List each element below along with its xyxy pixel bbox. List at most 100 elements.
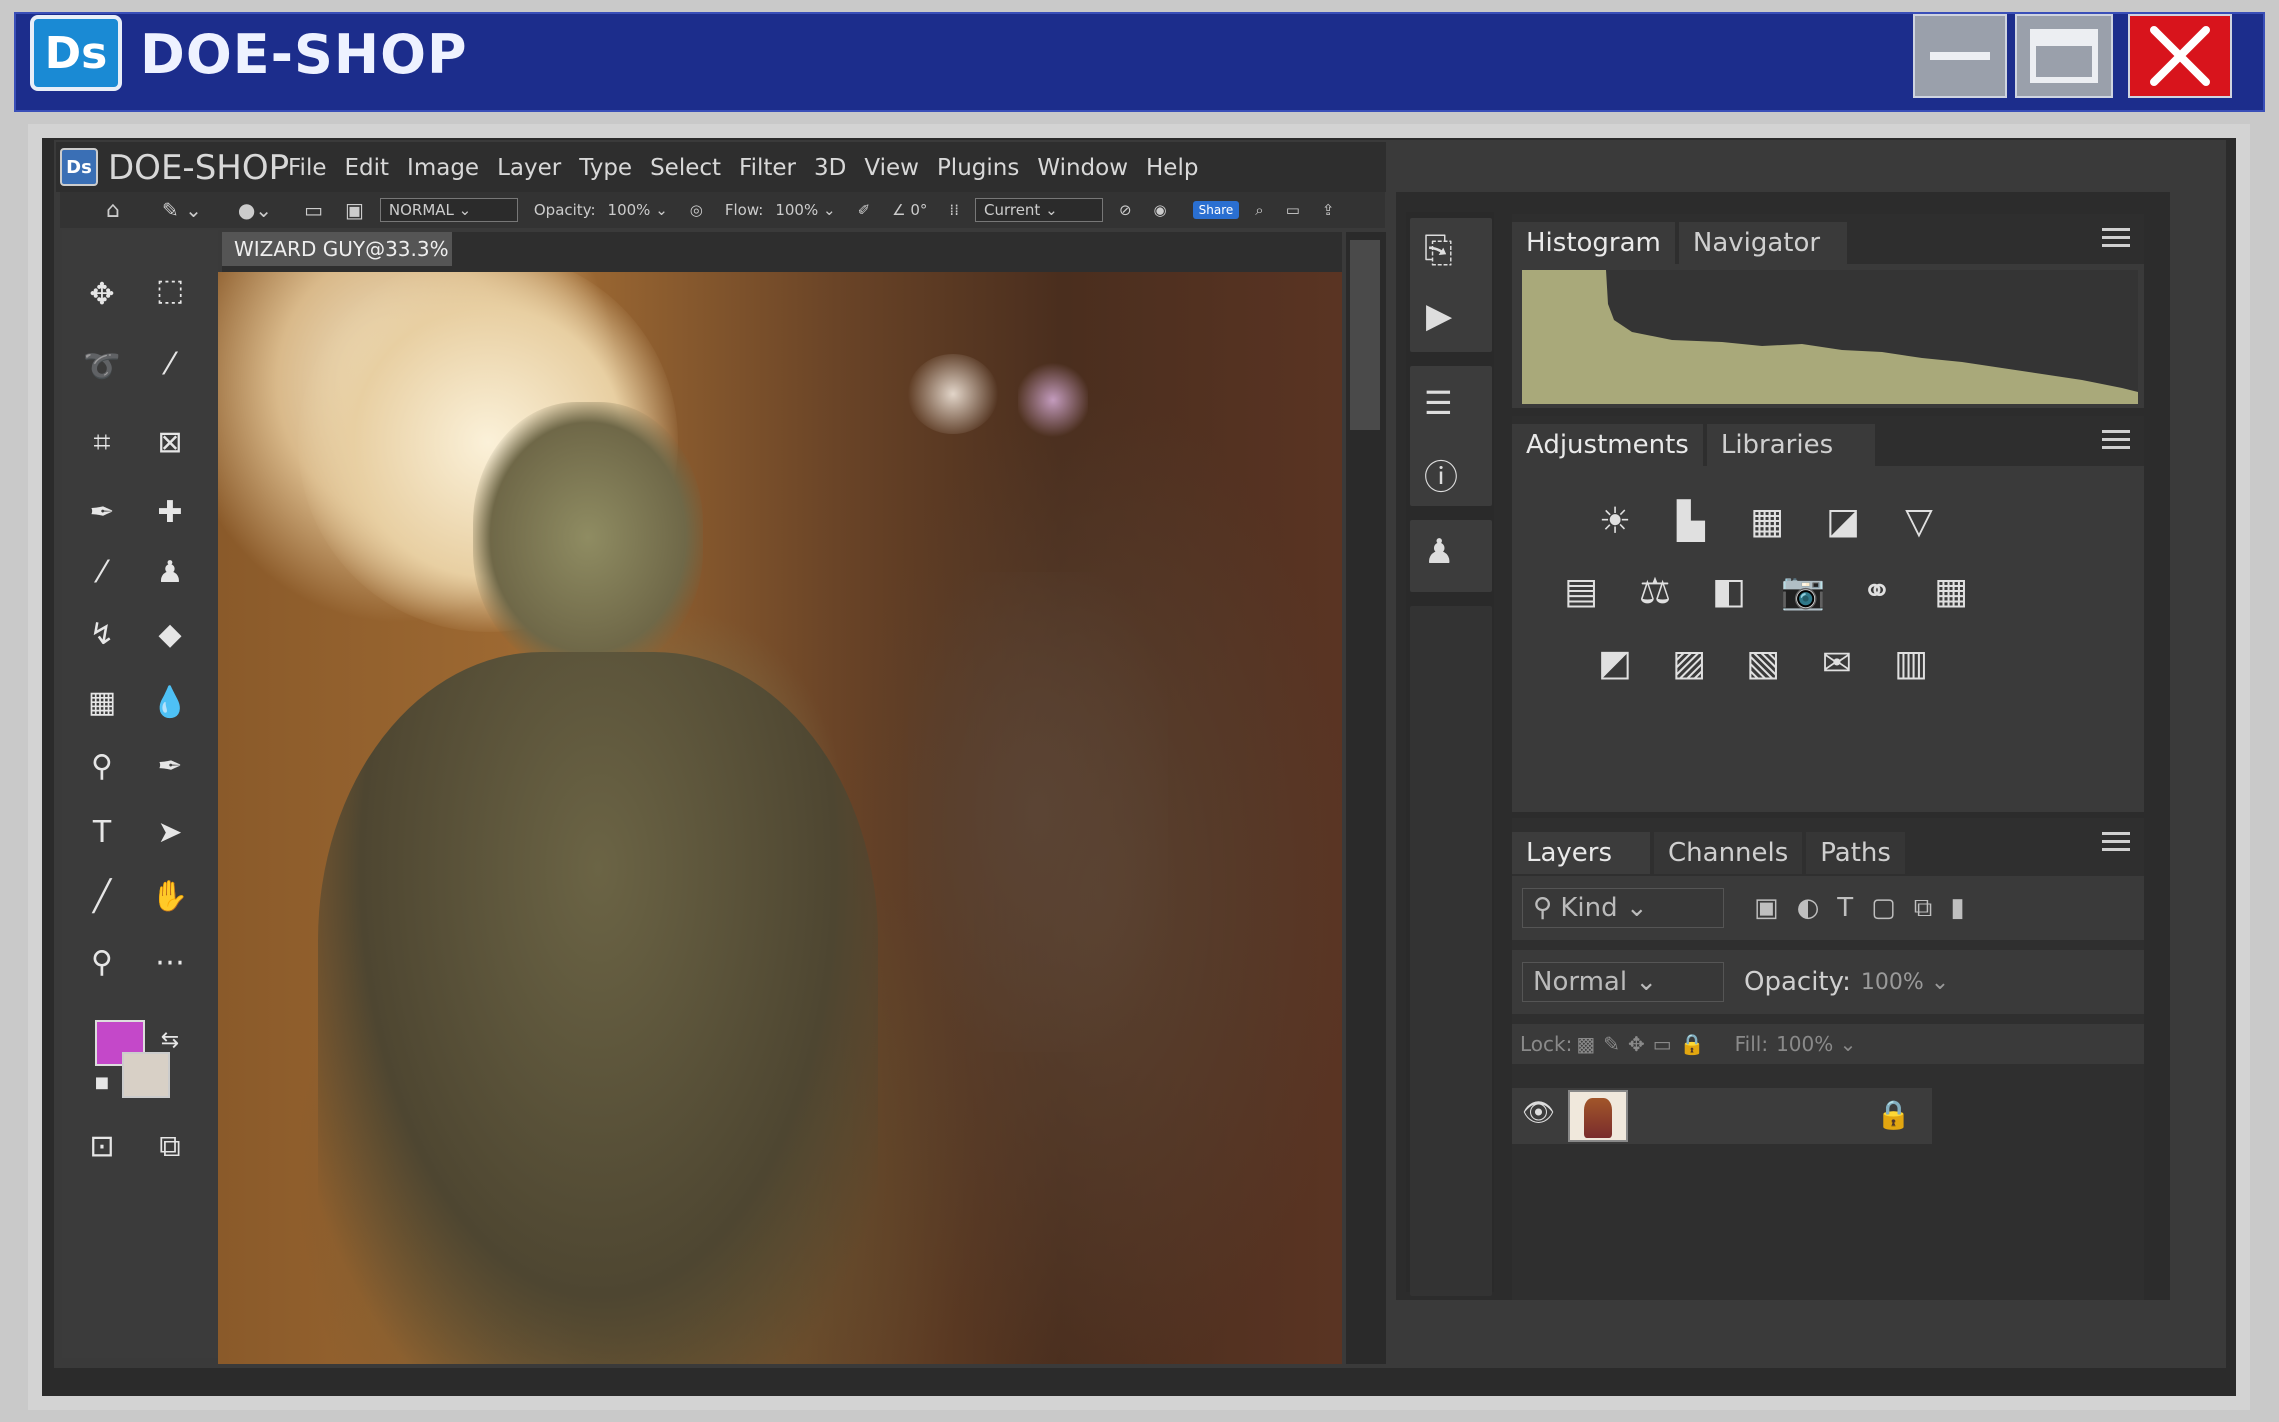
levels-icon[interactable]: ▙ xyxy=(1662,496,1720,546)
canvas-image[interactable] xyxy=(218,272,1342,1364)
hue-saturation-icon[interactable]: ▤ xyxy=(1552,566,1610,616)
channel-mixer-icon[interactable]: ⚭ xyxy=(1848,566,1906,616)
menu-select[interactable]: Select xyxy=(650,150,721,186)
lock-all-icon[interactable]: 🔒 xyxy=(1680,1032,1705,1056)
filter-type-icon[interactable]: T xyxy=(1837,893,1853,923)
color-lookup-icon[interactable]: ▦ xyxy=(1922,566,1980,616)
adjustments-menu-icon[interactable] xyxy=(2102,430,2130,450)
layer-lock-icon[interactable]: 🔒 xyxy=(1876,1098,1911,1131)
pen-tool-icon[interactable]: ✒ xyxy=(144,740,196,792)
airbrush-icon[interactable]: ✐ xyxy=(852,199,877,221)
layer-row[interactable]: 👁 🔒 xyxy=(1512,1088,1932,1144)
menu-type[interactable]: Type xyxy=(579,150,632,186)
tab-layers[interactable]: Layers xyxy=(1512,832,1650,874)
photo-filter-icon[interactable]: 📷 xyxy=(1774,566,1832,616)
type-tool-icon[interactable]: T xyxy=(76,806,128,858)
symmetry-icon[interactable]: ⁞⁞ xyxy=(943,199,965,221)
filter-toggle-icon[interactable]: ▮ xyxy=(1950,893,1964,923)
lasso-tool-icon[interactable]: ➰ xyxy=(76,340,128,392)
properties-sliders-icon[interactable]: ☰ xyxy=(1424,384,1453,422)
zoom-tool-icon[interactable]: ⚲ xyxy=(76,936,128,988)
share-button[interactable]: Share xyxy=(1192,201,1240,219)
histogram-menu-icon[interactable] xyxy=(2102,228,2130,248)
exposure-icon[interactable]: ◪ xyxy=(1814,496,1872,546)
selective-color-icon[interactable]: ▥ xyxy=(1882,638,1940,688)
sample-select[interactable]: Current ⌄ xyxy=(974,198,1103,222)
fill-field[interactable]: 100% ⌄ xyxy=(1776,1032,1856,1056)
lock-position-icon[interactable]: ✥ xyxy=(1628,1032,1645,1056)
tab-libraries[interactable]: Libraries xyxy=(1706,424,1875,466)
toggle-panel-icon[interactable]: ▣ xyxy=(339,196,370,224)
menu-edit[interactable]: Edit xyxy=(345,150,390,186)
magic-wand-tool-icon[interactable]: ⁄ xyxy=(144,338,196,390)
frame-tool-icon[interactable]: ⊠ xyxy=(144,416,196,468)
tab-histogram[interactable]: Histogram xyxy=(1512,222,1675,264)
minimize-button[interactable] xyxy=(1913,14,2007,98)
blend-mode-select[interactable]: NORMAL ⌄ xyxy=(379,198,518,222)
menu-layer[interactable]: Layer xyxy=(497,150,561,186)
brush-preset-icon[interactable]: ✎ ⌄ xyxy=(156,196,208,224)
layer-visibility-eye-icon[interactable]: 👁 xyxy=(1522,1098,1555,1128)
folder-icon[interactable]: ▭ xyxy=(298,196,329,224)
curves-icon[interactable]: ▦ xyxy=(1738,496,1796,546)
export-icon[interactable]: ⇪ xyxy=(1316,199,1341,221)
tab-channels[interactable]: Channels xyxy=(1654,832,1803,874)
layer-blend-mode-select[interactable]: Normal ⌄ xyxy=(1522,962,1724,1002)
menu-file[interactable]: File xyxy=(288,150,327,186)
menu-window[interactable]: Window xyxy=(1037,150,1128,186)
tab-paths[interactable]: Paths xyxy=(1806,832,1905,874)
eyedropper-tool-icon[interactable]: ✒ xyxy=(76,486,128,538)
layer-thumbnail[interactable] xyxy=(1568,1090,1628,1142)
history-brush-tool-icon[interactable]: ↯ xyxy=(76,608,128,660)
search-icon[interactable]: ⌕ xyxy=(1249,199,1269,221)
kind-filter-select[interactable]: ⚲ Kind ⌄ xyxy=(1522,888,1724,928)
menu-plugins[interactable]: Plugins xyxy=(937,150,1019,186)
screen-mode-icon[interactable]: ⧉ xyxy=(144,1120,196,1172)
menu-filter[interactable]: Filter xyxy=(739,150,796,186)
healing-brush-tool-icon[interactable]: ✚ xyxy=(144,486,196,538)
menu-help[interactable]: Help xyxy=(1146,150,1198,186)
ignore-adjustment-icon[interactable]: ⊘ xyxy=(1113,199,1138,221)
black-white-icon[interactable]: ◧ xyxy=(1700,566,1758,616)
brightness-contrast-icon[interactable]: ☀ xyxy=(1586,496,1644,546)
filter-smart-object-icon[interactable]: ⧉ xyxy=(1914,893,1933,924)
menu-image[interactable]: Image xyxy=(407,150,479,186)
angle-field[interactable]: ∠ 0° xyxy=(886,199,933,221)
pressure-size-icon[interactable]: ◉ xyxy=(1148,199,1173,221)
brush-size-icon[interactable]: ●⌄ xyxy=(232,196,278,224)
blur-tool-icon[interactable]: 💧 xyxy=(144,676,196,728)
clone-source-icon[interactable]: ♟ xyxy=(1424,532,1454,572)
filter-adjustment-icon[interactable]: ◐ xyxy=(1797,893,1820,923)
tab-navigator[interactable]: Navigator xyxy=(1678,222,1847,264)
marquee-tool-icon[interactable]: ⬚ xyxy=(144,264,196,316)
brush-tool-icon[interactable]: ⁄ xyxy=(76,546,128,598)
clone-stamp-tool-icon[interactable]: ♟ xyxy=(144,546,196,598)
home-icon[interactable]: ⌂ xyxy=(100,196,126,225)
quick-mask-icon[interactable]: ⊡ xyxy=(76,1120,128,1172)
info-icon[interactable]: ⓘ xyxy=(1424,450,1458,499)
close-button[interactable] xyxy=(2128,14,2232,98)
lock-paint-icon[interactable]: ✎ xyxy=(1603,1032,1620,1056)
eraser-tool-icon[interactable]: ◆ xyxy=(144,608,196,660)
pressure-opacity-icon[interactable]: ◎ xyxy=(684,199,709,221)
history-icon[interactable]: ⎘ xyxy=(1424,230,1453,272)
gradient-map-icon[interactable]: ✉ xyxy=(1808,638,1866,688)
filter-pixel-icon[interactable]: ▣ xyxy=(1754,893,1779,923)
layers-menu-icon[interactable] xyxy=(2102,832,2130,852)
menu-view[interactable]: View xyxy=(864,150,919,186)
hand-tool-icon[interactable]: ✋ xyxy=(144,870,196,922)
canvas-scrollbar-thumb[interactable] xyxy=(1350,240,1380,430)
document-tab[interactable]: WIZARD GUY@33.3% xyxy=(222,232,452,266)
background-color-swatch[interactable] xyxy=(122,1052,170,1098)
actions-play-icon[interactable]: ▶ xyxy=(1426,296,1452,336)
path-selection-tool-icon[interactable]: ➤ xyxy=(144,806,196,858)
menu-3d[interactable]: 3D xyxy=(814,150,846,186)
opacity-field[interactable]: 100% ⌄ xyxy=(602,199,674,221)
move-tool-icon[interactable]: ✥ xyxy=(76,268,128,320)
tab-adjustments[interactable]: Adjustments xyxy=(1512,424,1703,466)
flow-field[interactable]: 100% ⌄ xyxy=(769,199,841,221)
filter-shape-icon[interactable]: ▢ xyxy=(1871,893,1896,923)
layer-opacity-field[interactable]: 100% ⌄ xyxy=(1861,970,1949,995)
vibrance-icon[interactable]: ▽ xyxy=(1890,496,1948,546)
invert-icon[interactable]: ◩ xyxy=(1586,638,1644,688)
